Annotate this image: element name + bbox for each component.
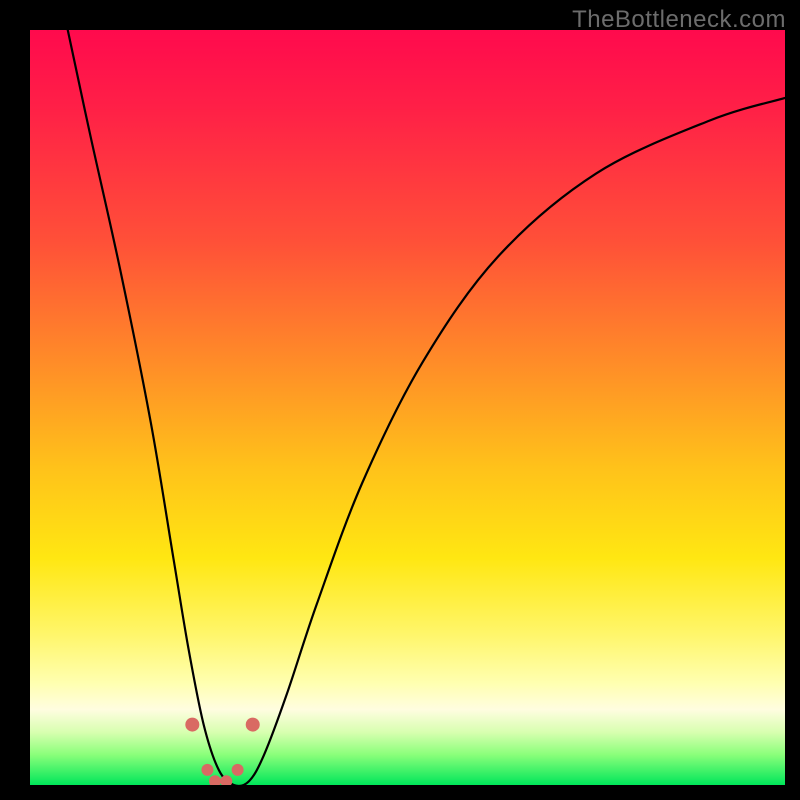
chart-frame: TheBottleneck.com [0,0,800,800]
watermark-text: TheBottleneck.com [572,6,786,34]
valley-dot [246,718,260,732]
bottleneck-curve [68,30,785,785]
valley-dot [201,764,213,776]
plot-area [30,30,785,785]
curve-layer [30,30,785,785]
valley-dot [209,775,221,785]
valley-dot [185,718,199,732]
valley-dot [232,764,244,776]
